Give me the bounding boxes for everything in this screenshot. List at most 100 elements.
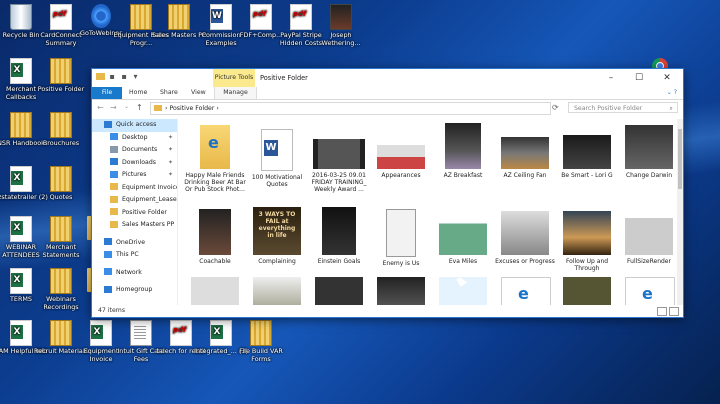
scrollbar-thumb[interactable] xyxy=(678,129,682,189)
documents-icon xyxy=(110,145,118,153)
file-item[interactable] xyxy=(563,277,611,305)
tab-share[interactable]: Share xyxy=(160,87,178,99)
file-item[interactable]: FullSizeRender xyxy=(618,205,676,265)
address-bar[interactable]: › Positive Folder › xyxy=(150,102,551,115)
image-thumbnail xyxy=(439,213,487,255)
back-arrow-icon[interactable]: ← xyxy=(97,103,104,112)
search-input[interactable]: Search Positive Folder ⌕ xyxy=(568,102,678,113)
sidebar-item-label: Downloads xyxy=(122,158,156,166)
maximize-button[interactable]: ☐ xyxy=(625,69,653,87)
pdf-icon: pdf xyxy=(250,4,272,30)
quick-access-toolbar[interactable]: ▪ ▪ ▾ xyxy=(96,72,140,81)
file-item-label: Eva Miles xyxy=(448,258,478,265)
file-item[interactable]: AZ Breakfast xyxy=(432,121,494,179)
sidebar-item[interactable]: This PC xyxy=(92,249,177,262)
file-item-label: Einstein Goals xyxy=(317,258,361,265)
sidebar-item[interactable]: Homegroup xyxy=(92,284,177,297)
vertical-scrollbar[interactable] xyxy=(677,119,683,305)
archive-icon xyxy=(50,58,72,84)
file-item-label: Coachable xyxy=(199,258,231,265)
file-item[interactable]: e xyxy=(625,277,675,305)
desktop-icon[interactable]: File Build VAR Forms xyxy=(232,320,290,363)
file-item[interactable] xyxy=(253,277,301,305)
edge-icon: e xyxy=(208,133,219,152)
file-item[interactable]: 2016-03-25 09.01 FRIDAY TRAINING_ Weekly… xyxy=(308,121,370,193)
pin-icon[interactable]: ✦ xyxy=(168,144,173,157)
sidebar-item[interactable]: Desktop ✦ xyxy=(92,132,177,145)
file-item[interactable]: Enemy is Us xyxy=(370,205,432,267)
desktop-icon[interactable]: Quotes xyxy=(32,166,90,202)
sidebar-item[interactable]: Pictures ✦ xyxy=(92,169,177,182)
image-thumbnail xyxy=(199,209,231,255)
tab-view[interactable]: View xyxy=(191,87,206,99)
file-item[interactable]: Change Darwin xyxy=(618,121,676,179)
details-view-icon[interactable] xyxy=(657,307,667,316)
file-item[interactable] xyxy=(315,277,363,305)
desktop-icon[interactable]: Joseph Wethering... xyxy=(312,4,370,47)
up-arrow-icon[interactable]: ↑ xyxy=(136,103,143,112)
sidebar-item-label: Homegroup xyxy=(116,286,153,293)
archive-icon xyxy=(50,320,72,346)
help-icon[interactable]: ⌄ ? xyxy=(667,87,677,99)
sidebar-item[interactable]: Quick access xyxy=(92,119,177,132)
image-thumbnail xyxy=(445,123,481,169)
archive-icon xyxy=(250,320,272,346)
navigation-pane: Quick access Desktop ✦ Documents ✦ Downloads ✦… xyxy=(92,119,178,305)
network-icon xyxy=(104,268,112,275)
refresh-icon[interactable]: ⟳ xyxy=(552,103,559,112)
file-item[interactable]: Eva Miles xyxy=(432,205,494,265)
file-item[interactable] xyxy=(377,277,425,305)
sidebar-item[interactable]: Sales Masters PP xyxy=(92,219,177,232)
sidebar-item[interactable]: Documents ✦ xyxy=(92,144,177,157)
sidebar-item[interactable]: Equipment Invoice xyxy=(92,182,177,195)
downloads-icon xyxy=(110,158,118,165)
pc-icon xyxy=(104,250,112,258)
file-item[interactable]: e xyxy=(501,277,551,305)
pin-icon[interactable]: ✦ xyxy=(168,132,173,145)
recycle-bin-icon xyxy=(10,4,32,30)
pin-icon[interactable]: ✦ xyxy=(168,169,173,182)
pictures-icon xyxy=(110,170,118,178)
sidebar-item-label: Pictures xyxy=(122,171,147,178)
sidebar-item[interactable]: Network xyxy=(92,267,177,280)
file-item[interactable]: Einstein Goals xyxy=(308,205,370,265)
file-item-label: Complaining xyxy=(258,258,296,265)
archive-icon xyxy=(10,112,32,138)
large-icons-view-icon[interactable] xyxy=(669,307,679,316)
file-item[interactable] xyxy=(191,277,239,305)
desktop-icon[interactable]: Positive Folder xyxy=(32,58,90,94)
tab-manage[interactable]: Manage xyxy=(214,87,257,99)
excel-icon: X xyxy=(10,268,32,294)
recent-locations-icon[interactable]: ⌄ xyxy=(124,103,129,110)
close-button[interactable]: ✕ xyxy=(653,69,681,87)
sidebar-item[interactable]: OneDrive xyxy=(92,237,177,250)
tab-home[interactable]: Home xyxy=(129,87,147,99)
folder-icon xyxy=(154,105,162,111)
tab-file[interactable]: File xyxy=(92,87,122,99)
pin-icon[interactable]: ✦ xyxy=(168,157,173,170)
file-item[interactable]: Excuses or Progress xyxy=(494,205,556,265)
file-item[interactable]: Be Smart - Lori G xyxy=(556,121,618,179)
file-item[interactable]: Coachable xyxy=(184,205,246,265)
sidebar-item[interactable]: Equipment_Lease R xyxy=(92,194,177,207)
address-text: Positive Folder xyxy=(169,105,215,112)
sidebar-item[interactable]: Downloads ✦ xyxy=(92,157,177,170)
sidebar-item-label: Quick access xyxy=(116,121,157,128)
image-thumbnail xyxy=(625,209,673,255)
file-item[interactable]: AZ Ceiling Fan xyxy=(494,121,556,179)
homegroup-icon xyxy=(104,285,112,293)
file-item[interactable]: W 100 Motivational Quotes xyxy=(246,121,308,188)
archive-icon xyxy=(50,166,72,192)
sidebar-item[interactable]: Positive Folder xyxy=(92,207,177,220)
minimize-button[interactable]: – xyxy=(597,69,625,87)
desktop-icon[interactable]: Brouchures xyxy=(32,112,90,148)
picture-tools-tab[interactable]: Picture Tools xyxy=(213,69,255,87)
file-item[interactable]: Follow Up and Through xyxy=(556,205,618,272)
file-item[interactable]: 3 WAYS TO FAIL at everything in life Comp… xyxy=(246,205,308,265)
pdf-icon: pdf xyxy=(170,320,192,346)
file-item[interactable]: Appearances xyxy=(370,121,432,179)
file-item[interactable]: e Happy Male Friends Drinking Beer At Bar… xyxy=(184,121,246,193)
forward-arrow-icon[interactable]: → xyxy=(110,103,117,112)
title-bar[interactable]: ▪ ▪ ▾ Picture Tools Positive Folder – ☐ … xyxy=(92,69,683,87)
star-icon xyxy=(104,120,112,128)
